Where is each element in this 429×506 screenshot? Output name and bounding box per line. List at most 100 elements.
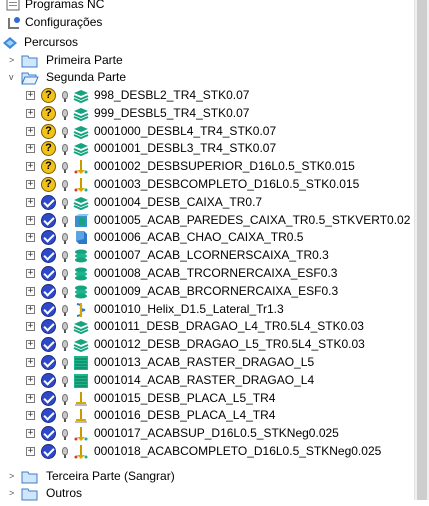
expand-icon[interactable]: + [26, 322, 35, 332]
toolpath-label: 0001011_DESB_DRAGAO_L4_TR0.5L4_STK0.03 [94, 319, 364, 334]
expand-icon[interactable]: + [26, 144, 35, 154]
status-question-icon: ? [41, 141, 56, 157]
lightbulb-icon[interactable] [62, 162, 68, 174]
toolpath-label: 0001008_ACAB_TRCORNERCAIXA_ESF0.3 [94, 266, 338, 280]
expand-icon[interactable]: + [26, 447, 35, 456]
toolpath-label: 0001007_ACAB_LCORNERSCAIXA_TR0.3 [94, 248, 329, 263]
toolpath-label: 0001004_DESB_CAIXA_TR0.7 [94, 194, 263, 209]
lightbulb-icon[interactable] [62, 108, 68, 120]
expand-icon[interactable]: + [26, 91, 35, 100]
status-question-icon: ? [41, 88, 56, 103]
tree-item-label: Terceira Parte (Sangrar) [46, 469, 175, 483]
lightbulb-icon[interactable] [62, 233, 68, 245]
expand-icon[interactable]: + [26, 126, 35, 136]
folder-icon [21, 487, 39, 506]
toolpath-label: 0001003_DESBCOMPLETO_D16L0.5_STK0.015 [94, 177, 360, 191]
toolpath-label: 0001010_Helix_D1.5_Lateral_Tr1.3 [94, 301, 284, 316]
tree-item-label: Programas NC [25, 0, 105, 11]
chevron-right-icon[interactable]: > [9, 485, 14, 502]
lightbulb-icon[interactable] [62, 215, 68, 227]
toolpath-label: 0001000_DESBL4_TR4_STK0.07 [94, 123, 277, 138]
status-ok-icon [41, 194, 56, 210]
toolpath-label: 0001002_DESBSUPERIOR_D16L0.5_STK0.015 [94, 159, 355, 174]
status-question-icon: ? [41, 105, 56, 121]
lightbulb-icon[interactable] [62, 304, 68, 316]
expand-icon[interactable]: + [26, 180, 35, 189]
status-ok-icon [41, 408, 56, 424]
lightbulb-icon[interactable] [62, 429, 68, 441]
status-ok-icon [41, 212, 56, 228]
tree-item-label: Percursos [24, 35, 79, 49]
expand-icon[interactable]: + [26, 286, 35, 296]
lightbulb-icon[interactable] [62, 286, 68, 298]
status-ok-icon [41, 283, 56, 299]
scrollbar-thumb[interactable] [417, 0, 427, 500]
expand-icon[interactable]: + [26, 108, 35, 118]
lightbulb-icon[interactable] [62, 375, 68, 387]
lightbulb-icon[interactable] [62, 91, 68, 102]
toolpath-label: 0001009_ACAB_BRCORNERCAIXA_ESF0.3 [94, 283, 339, 298]
expand-icon[interactable]: + [26, 197, 35, 207]
toolpath-label: 998_DESBL2_TR4_STK0.07 [94, 88, 250, 102]
tree-item-label: Segunda Parte [46, 70, 127, 84]
status-ok-icon [41, 372, 56, 388]
status-question-icon: ? [41, 177, 56, 192]
status-ok-icon [41, 230, 56, 246]
lightbulb-icon[interactable] [62, 197, 68, 209]
status-ok-icon [41, 390, 56, 406]
expand-icon[interactable]: + [26, 393, 35, 403]
lightbulb-icon[interactable] [62, 180, 68, 191]
expand-icon[interactable]: + [26, 215, 35, 225]
toolpath-label: 0001018_ACABCOMPLETO_D16L0.5_STKNeg0.025 [94, 444, 382, 458]
toolpath-label: 0001015_DESB_PLACA_L5_TR4 [94, 390, 276, 405]
lightbulb-icon[interactable] [62, 358, 68, 369]
lightbulb-icon[interactable] [62, 144, 68, 156]
status-question-icon: ? [41, 123, 56, 139]
status-ok-icon [41, 319, 56, 335]
tree-item-label: Outros [46, 486, 83, 500]
expand-icon[interactable]: + [26, 162, 35, 172]
chevron-down-icon[interactable]: v [9, 69, 14, 86]
toolpath-label: 999_DESBL5_TR4_STK0.07 [94, 105, 250, 120]
expand-icon[interactable]: + [26, 358, 35, 367]
expand-icon[interactable]: + [26, 304, 35, 314]
status-ok-icon [41, 248, 56, 264]
status-ok-icon [41, 355, 56, 370]
status-ok-icon [41, 426, 56, 442]
lightbulb-icon[interactable] [62, 126, 68, 138]
chevron-right-icon[interactable]: > [9, 52, 14, 69]
expand-icon[interactable]: + [26, 269, 35, 278]
lightbulb-icon[interactable] [62, 269, 68, 280]
expand-icon[interactable]: + [26, 233, 35, 243]
lightbulb-icon[interactable] [62, 251, 68, 263]
expand-icon[interactable]: + [26, 251, 35, 261]
status-ok-icon [41, 301, 56, 317]
expand-icon[interactable]: + [26, 340, 35, 350]
expand-icon[interactable]: + [26, 429, 35, 439]
toolpath-label: 0001013_ACAB_RASTER_DRAGAO_L5 [94, 355, 315, 369]
tree-item-label: Primeira Parte [46, 53, 123, 67]
lightbulb-icon[interactable] [62, 447, 68, 458]
status-ok-icon [41, 266, 56, 281]
toolpath-label: 0001016_DESB_PLACA_L4_TR4 [94, 408, 276, 423]
open-folder-icon [21, 71, 39, 90]
status-question-icon: ? [41, 159, 56, 175]
status-ok-icon [41, 444, 56, 459]
expand-icon[interactable]: + [26, 375, 35, 385]
tree-item-label: Configurações [25, 15, 103, 29]
lightbulb-icon[interactable] [62, 411, 68, 423]
expand-icon[interactable]: + [26, 411, 35, 421]
toolpath-label: 0001012_DESB_DRAGAO_L5_TR0.5L4_STK0.03 [94, 337, 365, 352]
toolpath-label: 0001017_ACABSUP_D16L0.5_STKNeg0.025 [94, 426, 339, 441]
toolpath-label: 0001014_ACAB_RASTER_DRAGAO_L4 [94, 372, 315, 387]
pencil-tool-icon [73, 444, 89, 465]
lightbulb-icon[interactable] [62, 393, 68, 405]
toolpath-label: 0001006_ACAB_CHAO_CAIXA_TR0.5 [94, 230, 304, 245]
lightbulb-icon[interactable] [62, 322, 68, 334]
setup-icon [6, 15, 22, 36]
lightbulb-icon[interactable] [62, 340, 68, 352]
toolpath-label: 0001001_DESBL3_TR4_STK0.07 [94, 141, 277, 156]
vertical-scrollbar[interactable] [414, 0, 429, 500]
toolpath-label: 0001005_ACAB_PAREDES_CAIXA_TR0.5_STKVERT… [94, 212, 411, 227]
chevron-right-icon[interactable]: > [9, 468, 14, 485]
